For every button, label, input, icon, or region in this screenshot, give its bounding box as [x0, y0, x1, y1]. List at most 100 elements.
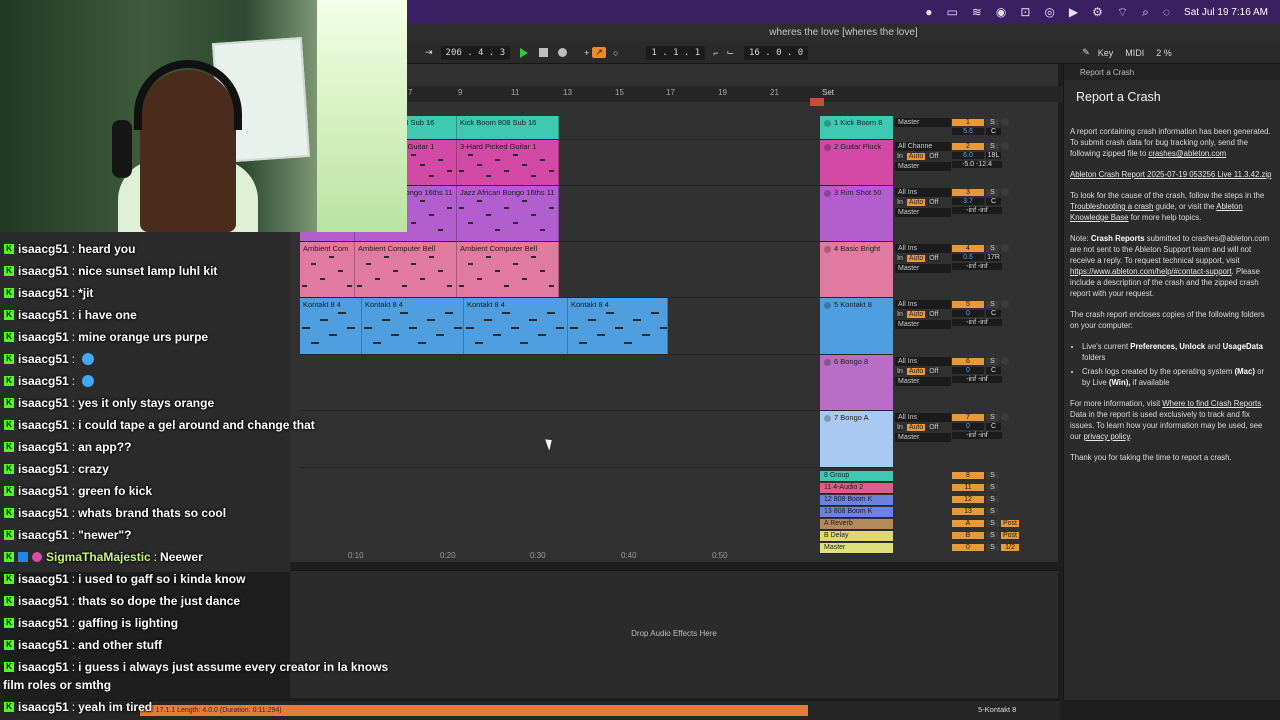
chat-username[interactable]: isaacg51: [18, 594, 69, 608]
track-activator-button[interactable]: 3: [952, 188, 984, 196]
chat-username[interactable]: isaacg51: [18, 638, 69, 652]
monitor-off[interactable]: Off: [927, 199, 941, 206]
track-activator-button[interactable]: 6: [952, 357, 984, 365]
solo-button[interactable]: S: [986, 496, 999, 503]
return-track-header[interactable]: 11 4-Audio 2: [820, 483, 893, 494]
pan-field[interactable]: C: [986, 128, 1001, 135]
control-center-icon[interactable]: ⚙: [1092, 5, 1103, 19]
gamepad-icon[interactable]: ⊡: [1020, 5, 1030, 19]
track-activator-button[interactable]: 0: [952, 544, 984, 551]
clip[interactable]: Kontakt 8 4: [568, 298, 668, 354]
track-activator-button[interactable]: 8: [952, 472, 984, 479]
ableton-icon[interactable]: ≋: [972, 5, 982, 19]
chat-username[interactable]: isaacg51: [18, 572, 69, 586]
arm-button[interactable]: [1001, 244, 1009, 252]
follow-icon[interactable]: ⇥: [425, 47, 433, 58]
input-channel-select[interactable]: All Ins: [895, 188, 951, 197]
output-select[interactable]: Master: [895, 320, 951, 329]
solo-button[interactable]: S: [986, 142, 999, 150]
chat-username[interactable]: isaacg51: [18, 528, 69, 542]
pan-field[interactable]: 17R: [986, 254, 1001, 261]
track-header[interactable]: 3 Rim Shot 50: [820, 186, 893, 242]
airdrop-icon[interactable]: ◎: [1044, 5, 1054, 19]
output-select[interactable]: Master: [895, 264, 951, 273]
solo-button[interactable]: S: [986, 300, 999, 308]
chat-username[interactable]: isaacg51: [18, 330, 69, 344]
track-activator-button[interactable]: A: [952, 520, 984, 527]
monitor-in[interactable]: In: [895, 153, 905, 160]
track-header[interactable]: 5 Kontakt 8: [820, 298, 893, 355]
return-track-header[interactable]: 8 Group: [820, 471, 893, 482]
volume-field[interactable]: 6.0: [952, 152, 984, 159]
solo-button[interactable]: S: [986, 357, 999, 365]
input-channel-select[interactable]: All Channe: [895, 142, 951, 151]
clip[interactable]: Ambient Computer Bell: [457, 242, 559, 297]
monitor-auto[interactable]: Auto: [906, 311, 926, 318]
solo-button[interactable]: S: [986, 508, 999, 515]
obs-icon[interactable]: ◉: [996, 5, 1006, 19]
fold-icon[interactable]: [824, 358, 831, 366]
track-header[interactable]: 1 Kick Boom 8: [820, 116, 893, 140]
arm-button[interactable]: [1001, 118, 1009, 126]
chat-username[interactable]: isaacg51: [18, 616, 69, 630]
return-track-header[interactable]: 12 808 Boom K: [820, 495, 893, 506]
monitor-in[interactable]: In: [895, 424, 905, 431]
fold-icon[interactable]: [824, 414, 831, 422]
beat-ruler[interactable]: 7 9 11 13 15 17 19 21 Set: [408, 86, 1110, 102]
monitor-in[interactable]: In: [895, 199, 905, 206]
chat-username[interactable]: isaacg51: [18, 700, 69, 714]
arm-button[interactable]: [1001, 188, 1009, 196]
fold-icon[interactable]: [824, 301, 831, 309]
pan-field[interactable]: C: [986, 198, 1001, 205]
clip[interactable]: Jazz African Bongo 16ths 11: [457, 186, 559, 241]
monitor-switch[interactable]: In Auto Off: [895, 424, 951, 431]
chat-username[interactable]: isaacg51: [18, 396, 69, 410]
solo-button[interactable]: S: [986, 532, 999, 539]
chat-username[interactable]: isaacg51: [18, 462, 69, 476]
chat-username[interactable]: isaacg51: [18, 308, 69, 322]
clip[interactable]: 3-Hard Picked Guitar 1: [457, 140, 559, 185]
send-mode[interactable]: Post: [1001, 532, 1019, 539]
monitor-off[interactable]: Off: [927, 424, 941, 431]
privacy-policy-link[interactable]: privacy policy: [1083, 432, 1129, 441]
solo-button[interactable]: S: [986, 484, 999, 491]
menubar-clock[interactable]: Sat Jul 19 7:16 AM: [1184, 7, 1268, 18]
monitor-switch[interactable]: In Auto Off: [895, 311, 951, 318]
monitor-auto[interactable]: Auto: [906, 424, 926, 431]
volume-field[interactable]: 3.7: [952, 198, 984, 205]
arm-button[interactable]: [1001, 357, 1009, 365]
track-activator-button[interactable]: 4: [952, 244, 984, 252]
play-button[interactable]: [520, 47, 529, 58]
input-channel-select[interactable]: All Ins: [895, 300, 951, 309]
set-locator-label[interactable]: Set: [822, 88, 834, 97]
key-map-button[interactable]: Key: [1098, 48, 1114, 58]
send-mode[interactable]: 1/2: [1001, 544, 1019, 551]
loop-length-display[interactable]: 16 . 0 . 0: [744, 45, 809, 60]
play-circle-icon[interactable]: ▶: [1069, 5, 1078, 19]
chat-username[interactable]: isaacg51: [18, 286, 69, 300]
track-activator-button[interactable]: 11: [952, 484, 984, 491]
monitor-in[interactable]: In: [895, 311, 905, 318]
display-icon[interactable]: ▭: [946, 5, 957, 19]
input-channel-select[interactable]: All Ins: [895, 357, 951, 366]
arm-button[interactable]: [1001, 142, 1009, 150]
monitor-in[interactable]: In: [895, 255, 905, 262]
solo-button[interactable]: S: [986, 118, 999, 126]
track-activator-button[interactable]: B: [952, 532, 984, 539]
solo-button[interactable]: S: [986, 472, 999, 479]
solo-button[interactable]: S: [986, 188, 999, 196]
troubleshoot-link[interactable]: Troubleshooting a crash: [1070, 202, 1153, 211]
record-button[interactable]: [558, 48, 568, 57]
chat-username[interactable]: isaacg51: [18, 374, 69, 388]
chat-username[interactable]: isaacg51: [18, 660, 69, 674]
chat-username[interactable]: isaacg51: [18, 440, 69, 454]
return-track-header[interactable]: A Reverb: [820, 519, 893, 530]
monitor-off[interactable]: Off: [927, 368, 941, 375]
scene-record-indicator[interactable]: [810, 98, 824, 106]
stop-button[interactable]: [539, 48, 549, 57]
return-track-header[interactable]: Master: [820, 543, 893, 554]
monitor-auto[interactable]: Auto: [906, 199, 926, 206]
automation-arm-button[interactable]: ↗: [592, 47, 606, 58]
volume-field[interactable]: 0: [952, 367, 984, 374]
clip[interactable]: Kick Boom 808 Sub 16: [457, 116, 559, 139]
